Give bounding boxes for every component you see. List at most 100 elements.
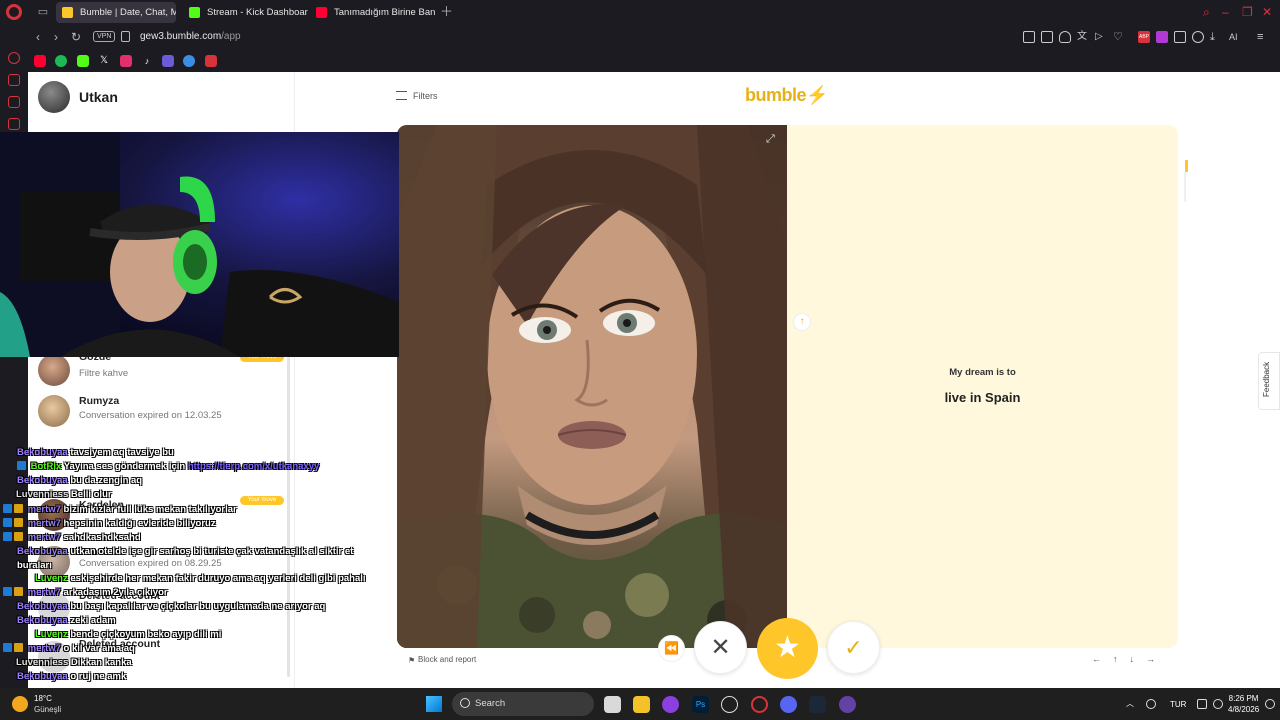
task-view-icon[interactable] (604, 696, 621, 713)
sidebar-bookmark-icon[interactable] (8, 74, 20, 86)
network-icon[interactable] (1197, 699, 1207, 709)
tab-kick-dashboard[interactable]: Stream - Kick Dashboard (183, 2, 308, 23)
weather-sun-icon[interactable] (12, 696, 28, 712)
menu-icon[interactable]: ≡ (1257, 31, 1269, 43)
app-circle-icon[interactable] (721, 696, 738, 713)
chat-text: hepsinin kaldığı evleride biliyoruz (63, 518, 216, 529)
shield-icon[interactable] (1059, 31, 1071, 43)
search-tabs-icon[interactable]: ⌕ (1203, 5, 1210, 19)
pass-button[interactable]: ✕ (694, 621, 747, 674)
language-indicator[interactable]: TUR (1170, 700, 1186, 709)
twitch-bookmark-icon[interactable] (162, 55, 174, 67)
opera-taskbar-icon[interactable] (751, 696, 768, 713)
tab-bumble[interactable]: Bumble | Date, Chat, Meet (56, 2, 176, 23)
keyboard-arrows-icon: ←↑↓→ (1092, 654, 1167, 664)
sidebar-messenger-icon[interactable] (8, 96, 20, 108)
extensions-icon[interactable] (1174, 31, 1186, 43)
chat-user: Bekobuyaa (17, 475, 68, 486)
tab-youtube-video[interactable]: Tanımadığım Birine Banka (310, 2, 435, 23)
gift-bookmark-icon[interactable] (205, 55, 217, 67)
feedback-tab[interactable]: Feedback (1258, 352, 1280, 410)
app-stream-icon[interactable] (839, 696, 856, 713)
chat-message: mertw7 bizim kızlar full lüks mekan takı… (3, 503, 237, 517)
profile-photo[interactable] (397, 125, 787, 648)
clock-date: 4/8/2026 (1228, 705, 1260, 714)
chat-message: mertw7 hepsinin kaldığı evleride biliyor… (3, 517, 216, 531)
opera-logo-icon[interactable] (6, 4, 22, 20)
back-button[interactable]: ‹ (36, 30, 40, 44)
chat-text: bizim kızlar full lüks mekan takılıyorla… (63, 504, 237, 515)
chat-text: Belli olur (70, 489, 112, 500)
scroll-up-icon[interactable]: ↑ (793, 313, 811, 331)
avatar[interactable] (38, 81, 70, 113)
chat-message: Bekobuyaa zeki adam (17, 614, 116, 628)
pin-icon[interactable] (1023, 31, 1035, 43)
snapshot-icon[interactable] (1041, 31, 1053, 43)
vpn-badge[interactable]: VPN (93, 31, 116, 42)
heart-icon[interactable]: ♡ (1113, 31, 1125, 43)
workspaces-icon[interactable]: ▭ (36, 6, 50, 18)
new-tab-button[interactable]: ＋ (440, 5, 453, 19)
discord-icon[interactable] (780, 696, 797, 713)
weather-condition[interactable]: Güneşli (34, 705, 61, 714)
chat-user: Luvenz (35, 629, 68, 640)
file-explorer-icon[interactable] (633, 696, 650, 713)
expand-icon[interactable]: ⤢ (766, 133, 775, 146)
temperature[interactable]: 18°C (34, 694, 52, 703)
steam-icon[interactable] (809, 696, 826, 713)
photoshop-icon[interactable]: Ps (692, 696, 709, 713)
rewind-button[interactable]: ⏪ (658, 635, 685, 662)
tab-label: Tanımadığım Birine Banka (334, 7, 435, 18)
scroll-indicator[interactable] (1185, 160, 1188, 172)
like-button[interactable]: ✓ (827, 621, 880, 674)
conversation-item[interactable]: Rumyza Conversation expired on 12.03.25 (28, 388, 288, 434)
url-field[interactable]: gew3.bumble.com/app (140, 30, 241, 44)
sidebar-history-icon[interactable] (8, 118, 20, 130)
x-bookmark-icon[interactable]: 𝕏 (98, 55, 110, 67)
tiktok-bookmark-icon[interactable]: ♪ (141, 55, 153, 67)
adblock-icon[interactable]: ABP (1138, 31, 1150, 43)
filters-icon[interactable] (396, 91, 407, 100)
minimize-button[interactable]: – (1222, 5, 1229, 19)
spotify-bookmark-icon[interactable] (55, 55, 67, 67)
microphone-icon[interactable] (1146, 699, 1156, 709)
lock-icon[interactable] (121, 31, 130, 42)
extension-purple-icon[interactable] (1156, 31, 1168, 43)
ai-button[interactable]: AI (1229, 31, 1249, 43)
chat-message: Bekobuyaa o ruj ne amk (17, 670, 126, 684)
start-button[interactable] (426, 696, 442, 712)
volume-icon[interactable] (1213, 699, 1223, 709)
conversation-scrollbar[interactable] (287, 357, 290, 677)
chat-text: tavsiyem aq tavsiye bu (70, 447, 174, 458)
tab-label: Stream - Kick Dashboard (207, 7, 308, 18)
taskbar-search[interactable]: Search (452, 692, 594, 716)
notification-icon[interactable] (1265, 699, 1275, 709)
play-icon[interactable]: ▷ (1095, 31, 1107, 43)
chat-user: Bekobuyaa (17, 546, 68, 557)
instagram-bookmark-icon[interactable] (120, 55, 132, 67)
chat-link[interactable]: https://tierp.com/x/utkanaxyy (188, 461, 319, 472)
flag-icon[interactable]: ⚑ (408, 656, 415, 665)
taskbar-clock[interactable]: 8:26 PM 4/8/2026 (1228, 693, 1259, 715)
maximize-button[interactable]: ❐ (1242, 5, 1253, 19)
app-bookmark-icon[interactable] (183, 55, 195, 67)
filters-button[interactable]: Filters (413, 91, 438, 101)
profile-icon[interactable] (1192, 31, 1204, 43)
reload-button[interactable]: ↻ (71, 30, 81, 44)
forward-button[interactable]: › (54, 30, 58, 44)
chat-message: Luvenz bende çiçkoyum beko ayıp dili mi (35, 628, 221, 642)
close-button[interactable]: ✕ (1262, 5, 1272, 19)
translate-icon[interactable]: 文 (1077, 31, 1089, 43)
user-header[interactable]: Utkan (28, 72, 295, 122)
app-purple-icon[interactable] (662, 696, 679, 713)
chat-message: Bekobuyaa bu da zengin aq (17, 474, 142, 488)
profile-scrollbar[interactable] (1184, 172, 1186, 202)
block-report-link[interactable]: Block and report (418, 655, 476, 664)
superswipe-button[interactable]: ★ (757, 618, 818, 679)
download-icon[interactable]: ⤓ (1210, 31, 1222, 43)
youtube-bookmark-icon[interactable] (34, 55, 46, 67)
chat-user: mertw7 (27, 518, 61, 529)
tray-overflow-icon[interactable]: ︿ (1126, 698, 1134, 709)
sidebar-speed-dial-icon[interactable] (8, 52, 20, 64)
kick-bookmark-icon[interactable] (77, 55, 89, 67)
